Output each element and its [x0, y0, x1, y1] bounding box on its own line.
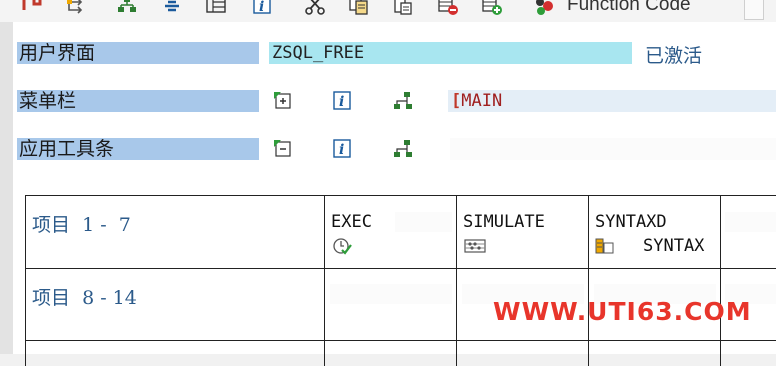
function-code-field[interactable]: [395, 212, 452, 232]
create-object-icon[interactable]: [272, 91, 294, 111]
row-range-label: 项目 1 - 7: [32, 214, 131, 236]
function-text-cell[interactable]: SYNTAX: [643, 236, 704, 256]
layout-icon[interactable]: [204, 0, 228, 18]
application-toolbar: i Function Code: [0, 0, 776, 22]
function-code-cell[interactable]: SIMULATE: [463, 212, 545, 232]
function-code-field[interactable]: [725, 212, 776, 232]
text-cursor: [: [451, 91, 462, 111]
blank-page-icon[interactable]: [744, 0, 764, 20]
align-center-icon[interactable]: [160, 0, 184, 18]
paste-icon[interactable]: [391, 0, 415, 18]
user-interface-field[interactable]: ZSQL_FREE: [269, 42, 632, 64]
scissors-icon[interactable]: [303, 0, 327, 18]
abacus-icon[interactable]: [464, 238, 486, 257]
hierarchy-icon[interactable]: [392, 91, 414, 111]
svg-text:i: i: [259, 0, 264, 15]
function-key-grid: 项目 1 - 7 EXEC SIMULATE SYNTAXD SYNTAX 项目…: [25, 195, 776, 366]
branch-icon[interactable]: [62, 0, 86, 18]
user-interface-label: 用户界面: [17, 42, 259, 64]
watermark: WWW.UTI63.COM: [493, 297, 752, 326]
svg-text:i: i: [339, 142, 344, 158]
app-toolbar-field[interactable]: [450, 138, 776, 160]
function-code-button[interactable]: Function Code: [567, 0, 691, 16]
hierarchy-icon[interactable]: [115, 0, 139, 18]
grid-line: [25, 340, 776, 341]
status-text: 已激活: [645, 45, 703, 67]
left-gutter: [0, 22, 13, 354]
function-code-field[interactable]: [330, 284, 452, 304]
app-toolbar-label: 应用工具条: [17, 138, 259, 160]
info-icon[interactable]: i: [250, 0, 274, 18]
svg-text:i: i: [339, 94, 344, 110]
clock-check-icon[interactable]: [332, 236, 352, 260]
info-icon[interactable]: i: [331, 91, 353, 111]
menu-bar-value: MAIN: [461, 91, 503, 111]
function-code-icon: [532, 0, 562, 22]
delete-row-icon[interactable]: [437, 0, 461, 18]
hierarchy-icon[interactable]: [392, 139, 414, 159]
syntax-icon[interactable]: [594, 236, 616, 260]
row-range-label: 项目 8 - 14: [32, 287, 137, 309]
function-code-cell[interactable]: SYNTAXD: [595, 212, 667, 232]
add-row-icon[interactable]: [481, 0, 505, 18]
copy-icon[interactable]: [347, 0, 371, 18]
grid-line: [25, 268, 776, 269]
create-object-icon[interactable]: [272, 139, 294, 159]
function-code-cell[interactable]: EXEC: [331, 212, 372, 232]
arrow-left-icon[interactable]: [20, 0, 44, 18]
info-icon[interactable]: i: [331, 139, 353, 159]
menu-bar-field[interactable]: [MAIN: [448, 90, 776, 112]
menu-bar-label: 菜单栏: [17, 90, 259, 112]
